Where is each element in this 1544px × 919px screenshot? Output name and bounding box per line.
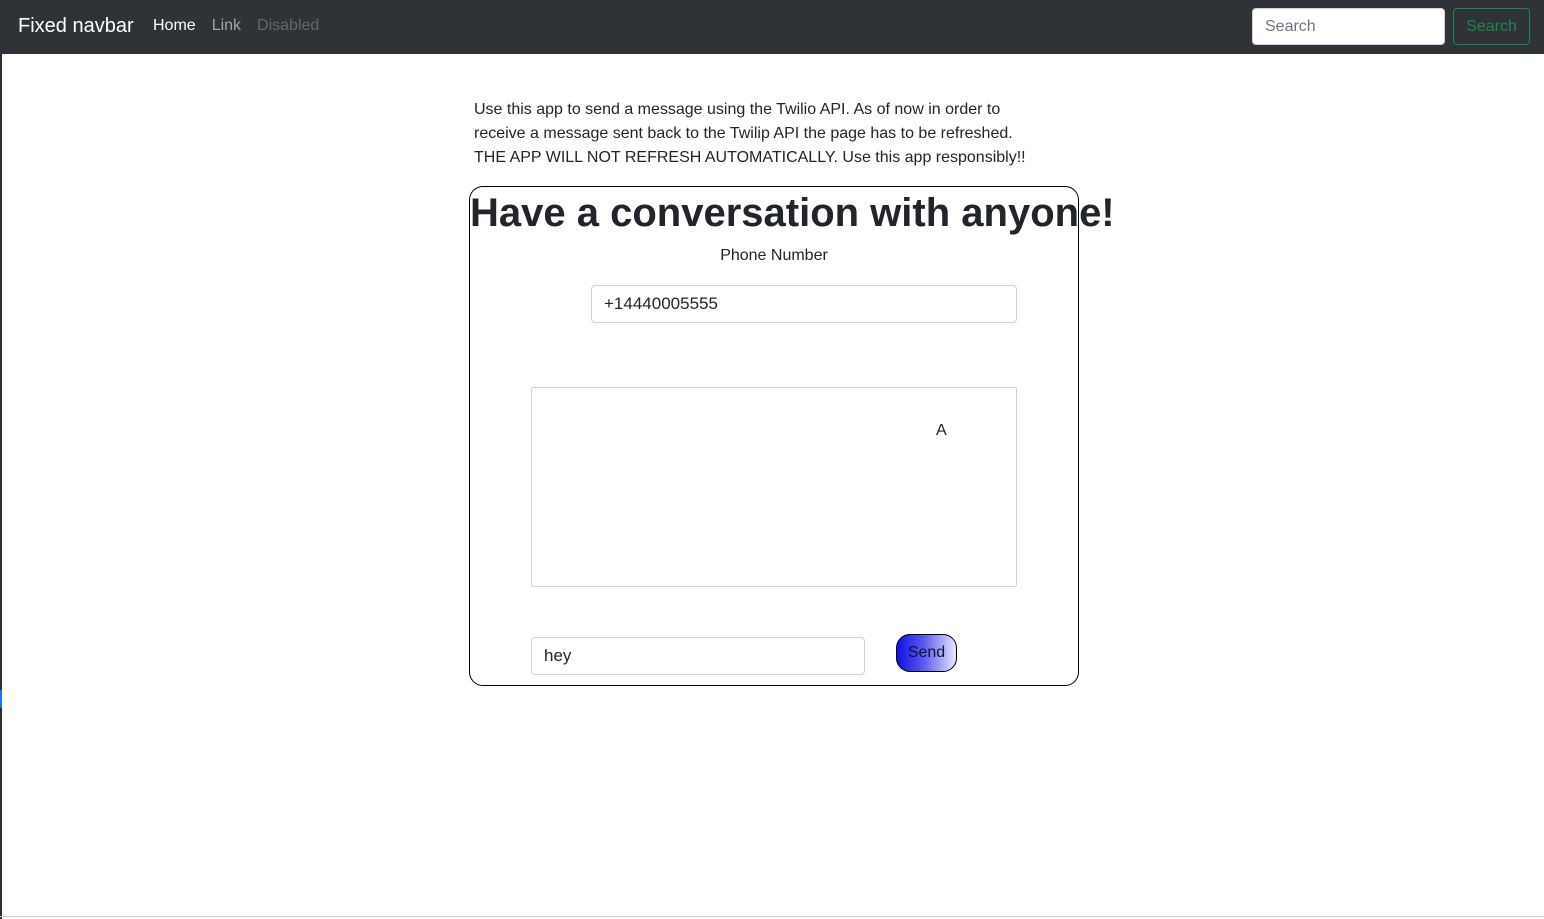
window-left-edge [0, 54, 2, 919]
card-title: Have a conversation with anyone! [470, 191, 1115, 235]
conversation-card: Have a conversation with anyone! Phone N… [469, 186, 1115, 686]
message-input[interactable] [531, 637, 865, 675]
intro-text: Use this app to send a message using the… [474, 101, 1026, 166]
window-edge-highlight [0, 690, 2, 708]
search-input[interactable] [1252, 8, 1445, 45]
window-bottom-edge [0, 916, 1544, 917]
message-item: A [936, 422, 947, 439]
navbar: Fixed navbar Home Link Disabled Search [0, 0, 1544, 54]
nav-links: Home Link Disabled [153, 16, 319, 36]
nav-link-link[interactable]: Link [212, 16, 241, 36]
navbar-brand[interactable]: Fixed navbar [18, 14, 134, 38]
search-button[interactable]: Search [1453, 8, 1530, 45]
send-button[interactable]: Send [896, 634, 957, 672]
messages-box[interactable]: A [531, 387, 1017, 587]
nav-link-disabled: Disabled [257, 17, 320, 34]
nav-link-home[interactable]: Home [153, 16, 196, 36]
phone-number-label: Phone Number [720, 247, 828, 264]
phone-number-input[interactable] [591, 285, 1017, 323]
